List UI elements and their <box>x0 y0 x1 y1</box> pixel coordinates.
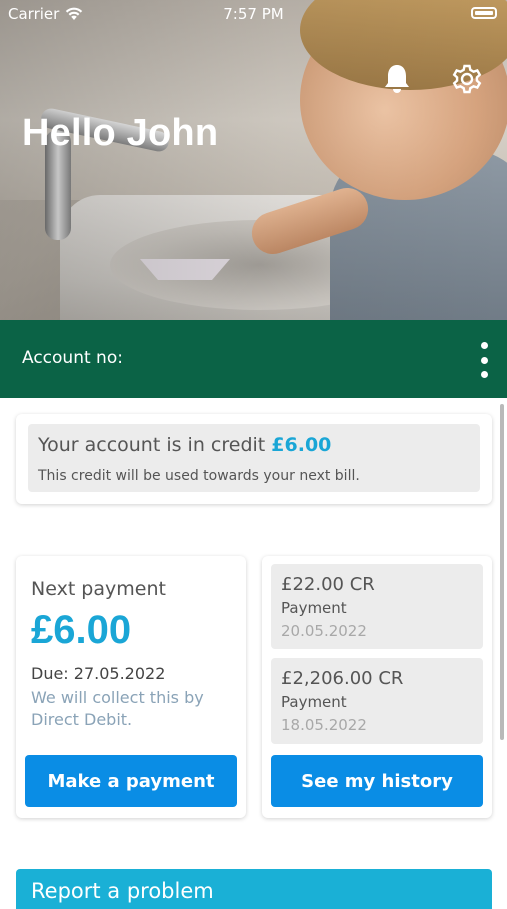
history-item[interactable]: £22.00 CR Payment 20.05.2022 <box>271 564 483 649</box>
history-item[interactable]: £2,206.00 CR Payment 18.05.2022 <box>271 658 483 744</box>
next-payment-amount: £6.00 <box>31 608 132 652</box>
history-type: Payment <box>281 693 347 711</box>
history-type: Payment <box>281 599 347 617</box>
report-problem-label: Report a problem <box>31 879 214 903</box>
history-date: 18.05.2022 <box>281 716 367 734</box>
next-payment-note: We will collect this by Direct Debit. <box>31 688 204 729</box>
history-date: 20.05.2022 <box>281 622 367 640</box>
history-amount: £22.00 CR <box>281 574 375 595</box>
status-bar: Carrier 7:57 PM <box>0 0 507 28</box>
next-payment-card: Next payment £6.00 Due: 27.05.2022 We wi… <box>16 556 246 818</box>
credit-panel: Your account is in credit £6.00 This cre… <box>28 424 480 492</box>
history-amount: £2,206.00 CR <box>281 668 404 689</box>
make-payment-button[interactable]: Make a payment <box>25 755 237 807</box>
next-payment-due: Due: 27.05.2022 <box>31 664 166 683</box>
bell-icon <box>385 65 409 93</box>
account-bar: Account no: <box>0 320 507 398</box>
credit-subtitle: This credit will be used towards your ne… <box>38 468 360 484</box>
next-payment-heading: Next payment <box>31 578 166 600</box>
credit-title: Your account is in credit £6.00 <box>38 434 331 456</box>
greeting-title: Hello John <box>22 112 219 154</box>
hero-image <box>0 0 507 320</box>
credit-title-text: Your account is in credit <box>38 434 266 456</box>
see-history-button[interactable]: See my history <box>271 755 483 807</box>
more-vertical-icon[interactable] <box>472 342 496 378</box>
report-problem-button[interactable]: Report a problem <box>16 869 492 909</box>
notifications-button[interactable] <box>380 62 414 96</box>
account-number-label: Account no: <box>22 348 123 368</box>
battery-icon <box>471 7 497 19</box>
hero-overlay <box>0 0 507 320</box>
gear-icon <box>452 64 482 94</box>
payment-history-card: £22.00 CR Payment 20.05.2022 £2,206.00 C… <box>262 556 492 818</box>
settings-button[interactable] <box>450 62 484 96</box>
credit-amount: £6.00 <box>271 434 332 456</box>
scrollbar[interactable] <box>500 404 504 740</box>
status-time: 7:57 PM <box>223 5 284 23</box>
credit-card: Your account is in credit £6.00 This cre… <box>16 414 492 504</box>
